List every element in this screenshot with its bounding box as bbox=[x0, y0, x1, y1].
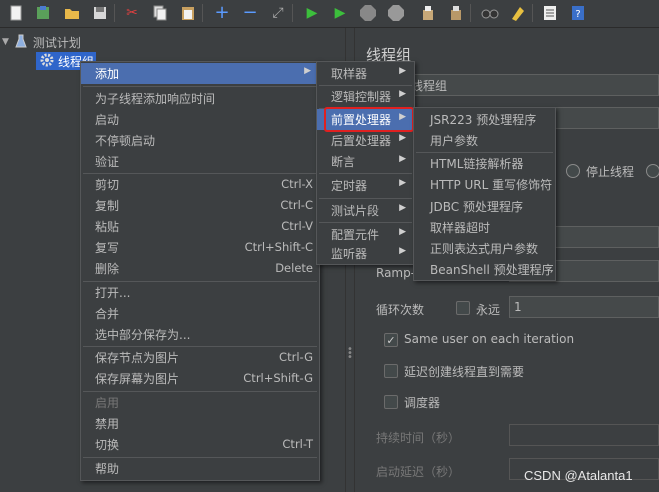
submenu-item-html-link-parser[interactable]: HTML链接解析器 bbox=[414, 153, 555, 174]
chevron-right-icon: ▶ bbox=[304, 66, 311, 76]
expand-icon[interactable]: + bbox=[212, 3, 232, 23]
stop-thread-label: 停止线程 bbox=[586, 165, 635, 179]
loop-count-field[interactable]: 1 bbox=[509, 296, 659, 318]
context-menu: 添加 ▶ 为子线程添加响应时间 启动 不停顿启动 验证 剪切 Ctrl-X 复制 Ct… bbox=[80, 61, 320, 481]
delay-create-checkbox[interactable] bbox=[384, 364, 398, 378]
watermark: CSDN @Atalanta1 bbox=[524, 468, 633, 483]
submenu-item-listener[interactable]: 监听器 ▶ bbox=[317, 243, 414, 264]
menu-item-delete[interactable]: 删除 Delete bbox=[81, 258, 319, 279]
submenu-item-jsr223-preprocessor[interactable]: JSR223 预处理程序 bbox=[414, 109, 555, 130]
clear-icon[interactable] bbox=[418, 3, 438, 23]
submenu-item-assertion[interactable]: 断言 ▶ bbox=[317, 151, 414, 172]
submenu-item-postprocessor[interactable]: 后置处理器 ▶ bbox=[317, 130, 414, 151]
delay-create-label: 延迟创建线程直到需要 bbox=[404, 365, 525, 379]
submenu-item-test-fragment[interactable]: 测试片段 ▶ bbox=[317, 200, 414, 221]
submenu-item-logic-controller[interactable]: 逻辑控制器 ▶ bbox=[317, 86, 414, 107]
scheduler-label: 调度器 bbox=[404, 396, 441, 410]
menu-item-help[interactable]: 帮助 bbox=[81, 458, 319, 479]
menu-item-paste[interactable]: 粘贴 Ctrl-V bbox=[81, 216, 319, 237]
tree-node-label: 测试计划 bbox=[32, 35, 81, 50]
reset-search-icon[interactable] bbox=[508, 3, 528, 23]
menu-item-enable[interactable]: 启用 bbox=[81, 392, 319, 413]
gear-icon bbox=[40, 53, 54, 70]
submenu-item-regex-user-parameters[interactable]: 正则表达式用户参数 bbox=[414, 238, 555, 259]
menu-item-start[interactable]: 启动 bbox=[81, 109, 319, 130]
function-helper-icon[interactable] bbox=[540, 3, 560, 23]
menu-item-add-response-time[interactable]: 为子线程添加响应时间 bbox=[81, 88, 319, 109]
duration-label: 持续时间（秒） bbox=[376, 431, 461, 445]
preprocessor-submenu: JSR223 预处理程序 用户参数 HTML链接解析器 HTTP URL 重写修… bbox=[413, 107, 556, 281]
menu-item-open[interactable]: 打开... bbox=[81, 282, 319, 303]
open-icon[interactable] bbox=[62, 3, 82, 23]
stop-test-radio[interactable] bbox=[646, 164, 659, 178]
stop-thread-radio[interactable] bbox=[566, 164, 580, 178]
templates-icon[interactable] bbox=[33, 3, 53, 23]
submenu-item-jdbc-preprocessor[interactable]: JDBC 预处理程序 bbox=[414, 196, 555, 217]
startup-delay-label: 启动延迟（秒） bbox=[376, 465, 461, 479]
check-icon: ✓ bbox=[386, 333, 396, 347]
menu-item-duplicate[interactable]: 复写 Ctrl+Shift-C bbox=[81, 237, 319, 258]
menu-item-merge[interactable]: 合并 bbox=[81, 303, 319, 324]
menu-item-validate[interactable]: 验证 bbox=[81, 151, 319, 172]
add-submenu: 取样器 ▶ 逻辑控制器 ▶ 前置处理器 ▶ 后置处理器 ▶ 断言 ▶ 定时器 ▶ 测试片段 ▶… bbox=[316, 61, 415, 265]
splitter-grip-icon[interactable]: • • • bbox=[347, 345, 353, 363]
chevron-right-icon: ▶ bbox=[399, 89, 406, 99]
menu-item-save-node-image[interactable]: 保存节点为图片 Ctrl-G bbox=[81, 347, 319, 368]
forever-label: 永远 bbox=[476, 303, 501, 317]
menu-item-add[interactable]: 添加 ▶ bbox=[81, 63, 319, 84]
menu-item-start-no-pause[interactable]: 不停顿启动 bbox=[81, 130, 319, 151]
chevron-right-icon: ▶ bbox=[399, 178, 406, 188]
menu-item-save-selection[interactable]: 选中部分保存为... bbox=[81, 324, 319, 345]
start-icon[interactable]: ▶ bbox=[302, 3, 322, 23]
clear-all-icon[interactable] bbox=[446, 3, 466, 23]
toolbar: ✂ + − ⤢ ▶ ▶ ? bbox=[0, 0, 659, 28]
scheduler-checkbox[interactable] bbox=[384, 395, 398, 409]
highlight-box bbox=[324, 107, 414, 132]
submenu-item-timer[interactable]: 定时器 ▶ bbox=[317, 175, 414, 196]
cut-icon[interactable]: ✂ bbox=[122, 3, 142, 23]
menu-item-cut[interactable]: 剪切 Ctrl-X bbox=[81, 174, 319, 195]
chevron-right-icon: ▶ bbox=[399, 66, 406, 76]
ramp-up-label: Ramp- bbox=[376, 266, 416, 280]
paste-icon[interactable] bbox=[178, 3, 198, 23]
chevron-right-icon: ▶ bbox=[399, 246, 406, 256]
svg-text:?: ? bbox=[575, 9, 580, 20]
flask-icon bbox=[15, 34, 27, 51]
start-no-pause-icon[interactable]: ▶ bbox=[330, 3, 350, 23]
name-field[interactable]: 线程组 bbox=[406, 74, 659, 96]
help-icon[interactable]: ? bbox=[568, 3, 588, 23]
menu-item-copy[interactable]: 复制 Ctrl-C bbox=[81, 195, 319, 216]
chevron-right-icon: ▶ bbox=[399, 203, 406, 213]
menu-item-toggle[interactable]: 切换 Ctrl-T bbox=[81, 434, 319, 455]
submenu-item-config-element[interactable]: 配置元件 ▶ bbox=[317, 224, 414, 245]
tree-node-test-plan[interactable]: ▼ 测试计划 bbox=[2, 33, 122, 51]
menu-item-disable[interactable]: 禁用 bbox=[81, 413, 319, 434]
new-icon[interactable] bbox=[6, 3, 26, 23]
submenu-item-sample-timeout[interactable]: 取样器超时 bbox=[414, 217, 555, 238]
duration-field[interactable] bbox=[509, 424, 659, 446]
search-icon[interactable] bbox=[480, 3, 500, 23]
chevron-right-icon: ▶ bbox=[399, 133, 406, 143]
stop-icon[interactable] bbox=[358, 3, 378, 23]
collapse-icon[interactable]: − bbox=[240, 3, 260, 23]
menu-item-save-screen-image[interactable]: 保存屏幕为图片 Ctrl+Shift-G bbox=[81, 368, 319, 389]
same-user-label: Same user on each iteration bbox=[404, 332, 575, 346]
save-icon[interactable] bbox=[90, 3, 110, 23]
chevron-right-icon: ▶ bbox=[399, 227, 406, 237]
copy-icon[interactable] bbox=[150, 3, 170, 23]
submenu-item-http-url-rewriter[interactable]: HTTP URL 重写修饰符 bbox=[414, 174, 555, 195]
shutdown-icon[interactable] bbox=[386, 3, 406, 23]
loop-count-label: 循环次数 bbox=[376, 303, 425, 317]
chevron-right-icon: ▶ bbox=[399, 154, 406, 164]
forever-checkbox[interactable] bbox=[456, 301, 470, 315]
submenu-item-beanshell-preprocessor[interactable]: BeanShell 预处理程序 bbox=[414, 259, 555, 280]
same-user-checkbox[interactable]: ✓ bbox=[384, 333, 398, 347]
submenu-item-sampler[interactable]: 取样器 ▶ bbox=[317, 63, 414, 84]
chevron-down-icon[interactable]: ▼ bbox=[2, 37, 9, 47]
submenu-item-user-parameters[interactable]: 用户参数 bbox=[414, 130, 555, 151]
toggle-icon[interactable]: ⤢ bbox=[268, 3, 288, 23]
